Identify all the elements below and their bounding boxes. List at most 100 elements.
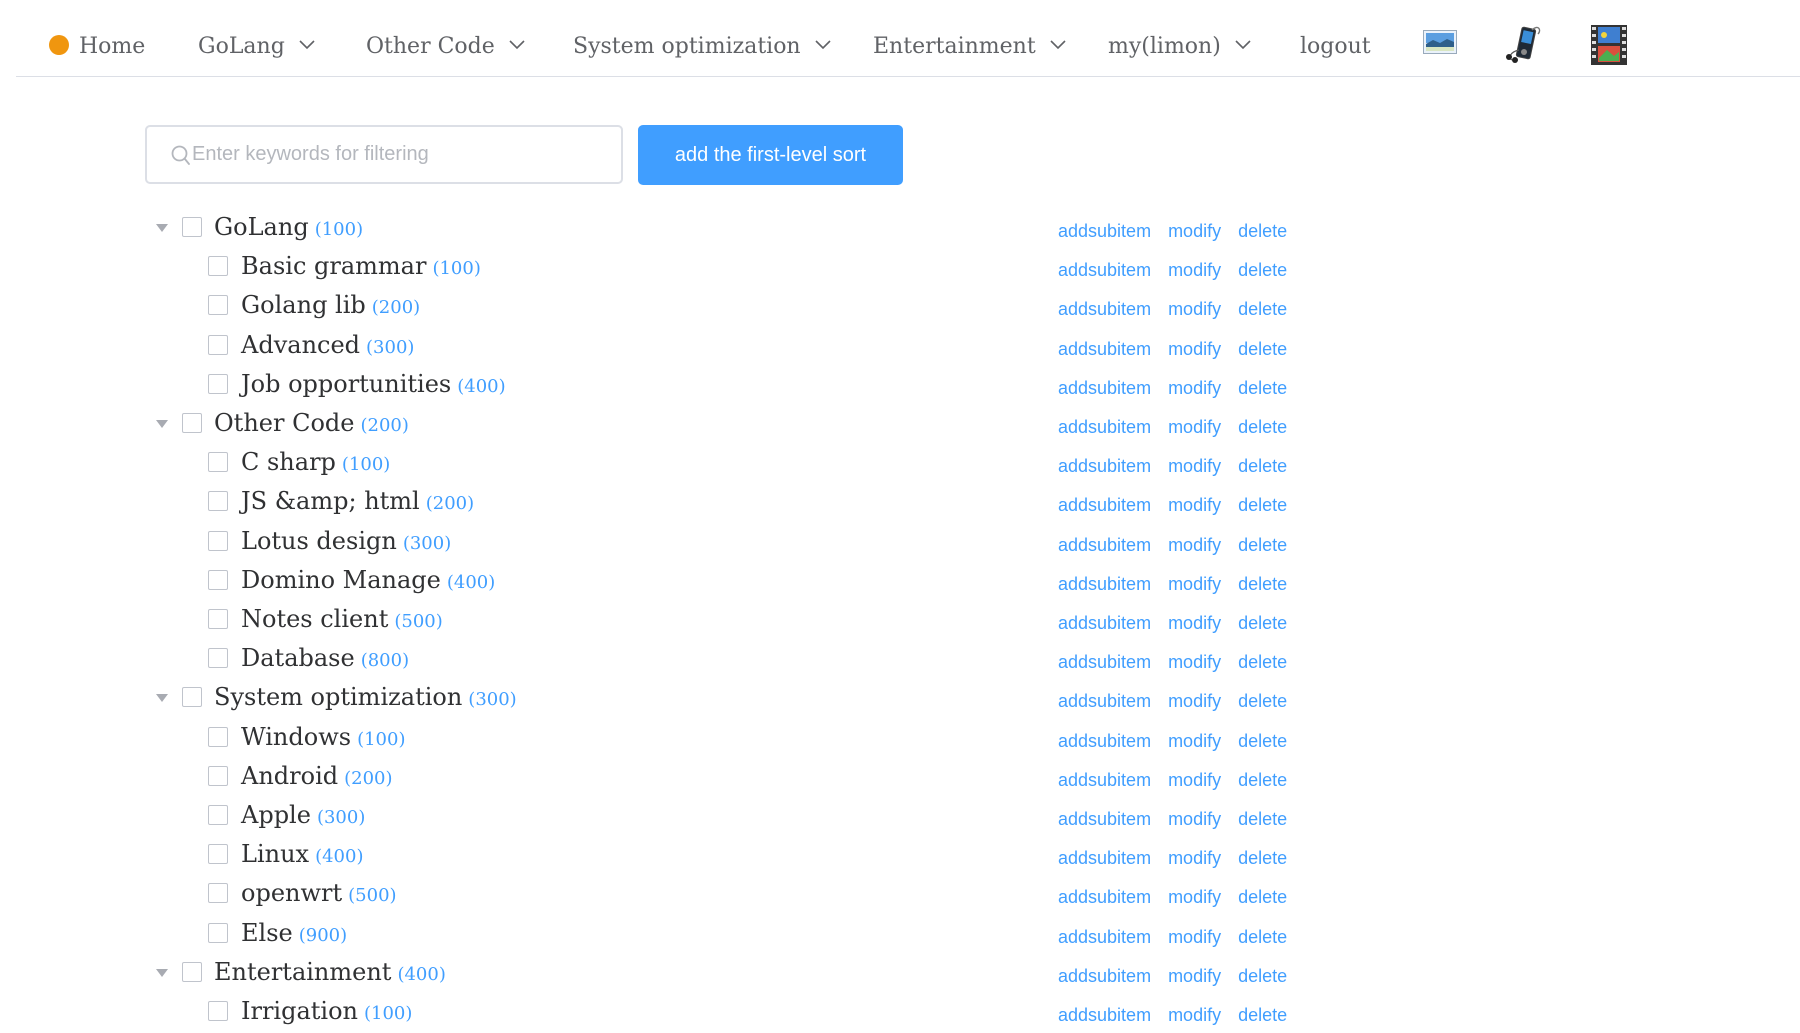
- node-checkbox[interactable]: [208, 256, 228, 276]
- nav-menu-other-code[interactable]: Other Code: [366, 0, 525, 77]
- node-checkbox[interactable]: [208, 923, 228, 943]
- tree-node-child[interactable]: Irrigation (100) addsubitem modify delete: [0, 994, 1400, 1033]
- delete-link[interactable]: delete: [1238, 809, 1287, 829]
- mp3-player-icon[interactable]: [1504, 22, 1544, 64]
- node-checkbox[interactable]: [208, 374, 228, 394]
- delete-link[interactable]: delete: [1238, 495, 1287, 515]
- addsubitem-link[interactable]: addsubitem: [1058, 456, 1151, 476]
- delete-link[interactable]: delete: [1238, 456, 1287, 476]
- expand-caret-icon[interactable]: [156, 694, 168, 702]
- tree-node-parent[interactable]: Entertainment (400) addsubitem modify delete: [0, 955, 1400, 994]
- modify-link[interactable]: modify: [1168, 260, 1221, 280]
- addsubitem-link[interactable]: addsubitem: [1058, 221, 1151, 241]
- addsubitem-link[interactable]: addsubitem: [1058, 417, 1151, 437]
- expand-caret-icon[interactable]: [156, 420, 168, 428]
- node-label[interactable]: C sharp (100): [241, 445, 390, 482]
- tree-node-child[interactable]: Windows (100) addsubitem modify delete: [0, 720, 1400, 759]
- modify-link[interactable]: modify: [1168, 535, 1221, 555]
- node-checkbox[interactable]: [182, 413, 202, 433]
- expand-caret-icon[interactable]: [156, 969, 168, 977]
- node-checkbox[interactable]: [208, 570, 228, 590]
- delete-link[interactable]: delete: [1238, 378, 1287, 398]
- delete-link[interactable]: delete: [1238, 1005, 1287, 1025]
- nav-logout[interactable]: logout: [1300, 0, 1371, 77]
- tree-node-parent[interactable]: System optimization (300) addsubitem modify…: [0, 680, 1400, 719]
- modify-link[interactable]: modify: [1168, 339, 1221, 359]
- modify-link[interactable]: modify: [1168, 574, 1221, 594]
- tree-node-child[interactable]: Else (900) addsubitem modify delete: [0, 916, 1400, 955]
- node-label[interactable]: Basic grammar (100): [241, 249, 481, 286]
- nav-menu-golang[interactable]: GoLang: [198, 0, 315, 77]
- add-first-level-sort-button[interactable]: add the first-level sort: [638, 125, 903, 185]
- addsubitem-link[interactable]: addsubitem: [1058, 770, 1151, 790]
- nav-menu-system-optimization[interactable]: System optimization: [573, 0, 831, 77]
- addsubitem-link[interactable]: addsubitem: [1058, 495, 1151, 515]
- modify-link[interactable]: modify: [1168, 691, 1221, 711]
- node-label[interactable]: Notes client (500): [241, 602, 443, 639]
- addsubitem-link[interactable]: addsubitem: [1058, 966, 1151, 986]
- addsubitem-link[interactable]: addsubitem: [1058, 848, 1151, 868]
- node-label[interactable]: Android (200): [241, 759, 393, 796]
- addsubitem-link[interactable]: addsubitem: [1058, 613, 1151, 633]
- tree-node-child[interactable]: JS &amp; html (200) addsubitem modify delete: [0, 484, 1400, 523]
- nav-home[interactable]: Home: [49, 0, 145, 77]
- node-checkbox[interactable]: [208, 805, 228, 825]
- tree-node-child[interactable]: Job opportunities (400) addsubitem modify de…: [0, 367, 1400, 406]
- film-strip-icon[interactable]: [1590, 24, 1628, 66]
- addsubitem-link[interactable]: addsubitem: [1058, 339, 1151, 359]
- modify-link[interactable]: modify: [1168, 887, 1221, 907]
- node-label[interactable]: Golang lib (200): [241, 288, 420, 325]
- node-label[interactable]: openwrt (500): [241, 876, 397, 913]
- tree-node-child[interactable]: openwrt (500) addsubitem modify delete: [0, 876, 1400, 915]
- node-checkbox[interactable]: [182, 217, 202, 237]
- modify-link[interactable]: modify: [1168, 1005, 1221, 1025]
- node-checkbox[interactable]: [208, 648, 228, 668]
- node-label[interactable]: Lotus design (300): [241, 524, 451, 561]
- tree-node-child[interactable]: C sharp (100) addsubitem modify delete: [0, 445, 1400, 484]
- node-checkbox[interactable]: [208, 491, 228, 511]
- node-label[interactable]: System optimization (300): [214, 680, 517, 717]
- modify-link[interactable]: modify: [1168, 848, 1221, 868]
- addsubitem-link[interactable]: addsubitem: [1058, 731, 1151, 751]
- node-label[interactable]: GoLang (100): [214, 210, 363, 247]
- modify-link[interactable]: modify: [1168, 652, 1221, 672]
- delete-link[interactable]: delete: [1238, 535, 1287, 555]
- delete-link[interactable]: delete: [1238, 770, 1287, 790]
- delete-link[interactable]: delete: [1238, 417, 1287, 437]
- tree-node-child[interactable]: Apple (300) addsubitem modify delete: [0, 798, 1400, 837]
- addsubitem-link[interactable]: addsubitem: [1058, 260, 1151, 280]
- modify-link[interactable]: modify: [1168, 299, 1221, 319]
- node-label[interactable]: Entertainment (400): [214, 955, 446, 992]
- addsubitem-link[interactable]: addsubitem: [1058, 887, 1151, 907]
- delete-link[interactable]: delete: [1238, 731, 1287, 751]
- modify-link[interactable]: modify: [1168, 613, 1221, 633]
- delete-link[interactable]: delete: [1238, 887, 1287, 907]
- node-label[interactable]: Other Code (200): [214, 406, 409, 443]
- delete-link[interactable]: delete: [1238, 966, 1287, 986]
- landscape-image-icon[interactable]: [1423, 30, 1457, 54]
- nav-menu-my-account[interactable]: my(limon): [1108, 0, 1251, 77]
- delete-link[interactable]: delete: [1238, 339, 1287, 359]
- node-label[interactable]: Else (900): [241, 916, 347, 953]
- node-label[interactable]: Irrigation (100): [241, 994, 412, 1031]
- modify-link[interactable]: modify: [1168, 770, 1221, 790]
- node-label[interactable]: Apple (300): [241, 798, 365, 835]
- addsubitem-link[interactable]: addsubitem: [1058, 535, 1151, 555]
- delete-link[interactable]: delete: [1238, 574, 1287, 594]
- node-label[interactable]: Windows (100): [241, 720, 405, 757]
- modify-link[interactable]: modify: [1168, 966, 1221, 986]
- modify-link[interactable]: modify: [1168, 927, 1221, 947]
- filter-input[interactable]: [192, 127, 612, 182]
- addsubitem-link[interactable]: addsubitem: [1058, 691, 1151, 711]
- addsubitem-link[interactable]: addsubitem: [1058, 652, 1151, 672]
- node-label[interactable]: JS &amp; html (200): [241, 484, 474, 521]
- node-checkbox[interactable]: [208, 531, 228, 551]
- addsubitem-link[interactable]: addsubitem: [1058, 299, 1151, 319]
- node-label[interactable]: Database (800): [241, 641, 409, 678]
- node-checkbox[interactable]: [208, 727, 228, 747]
- tree-node-child[interactable]: Basic grammar (100) addsubitem modify delete: [0, 249, 1400, 288]
- modify-link[interactable]: modify: [1168, 809, 1221, 829]
- addsubitem-link[interactable]: addsubitem: [1058, 927, 1151, 947]
- node-checkbox[interactable]: [208, 335, 228, 355]
- delete-link[interactable]: delete: [1238, 652, 1287, 672]
